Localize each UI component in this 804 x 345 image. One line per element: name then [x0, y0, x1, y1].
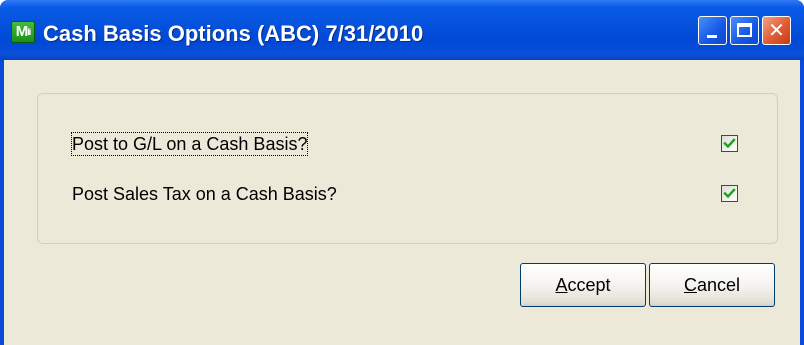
dialog-body: Post to G/L on a Cash Basis? Post Sales … [4, 60, 800, 345]
app-icon-letter: M [15, 23, 28, 40]
cancel-label: ancel [696, 275, 741, 295]
accept-button[interactable]: Accept [520, 263, 646, 307]
post-gl-cash-basis-checkbox[interactable] [721, 135, 738, 152]
post-sales-tax-cash-basis-label[interactable]: Post Sales Tax on a Cash Basis? [72, 183, 337, 205]
cancel-button[interactable]: Cancel [649, 263, 775, 307]
window-title: Cash Basis Options (ABC) 7/31/2010 [43, 21, 424, 46]
accept-label: ccept [567, 275, 611, 295]
options-group [37, 93, 778, 244]
accept-mnemonic: A [555, 275, 568, 295]
minimize-button[interactable] [698, 16, 727, 45]
title-bar[interactable]: Mli Cash Basis Options (ABC) 7/31/2010 ✕ [0, 0, 804, 60]
checkmark-icon [723, 138, 736, 149]
close-icon: ✕ [768, 18, 785, 42]
maximize-icon [737, 23, 752, 37]
minimize-icon [707, 35, 717, 38]
app-icon[interactable]: Mli [11, 21, 35, 43]
close-button[interactable]: ✕ [762, 16, 791, 45]
post-sales-tax-cash-basis-checkbox[interactable] [721, 185, 738, 202]
app-icon-subletters: li [27, 27, 31, 37]
dialog-window: Mli Cash Basis Options (ABC) 7/31/2010 ✕… [0, 0, 804, 345]
maximize-button[interactable] [730, 16, 759, 45]
cancel-mnemonic: C [683, 275, 697, 295]
checkmark-icon [723, 188, 736, 199]
post-gl-cash-basis-label[interactable]: Post to G/L on a Cash Basis? [70, 132, 309, 156]
